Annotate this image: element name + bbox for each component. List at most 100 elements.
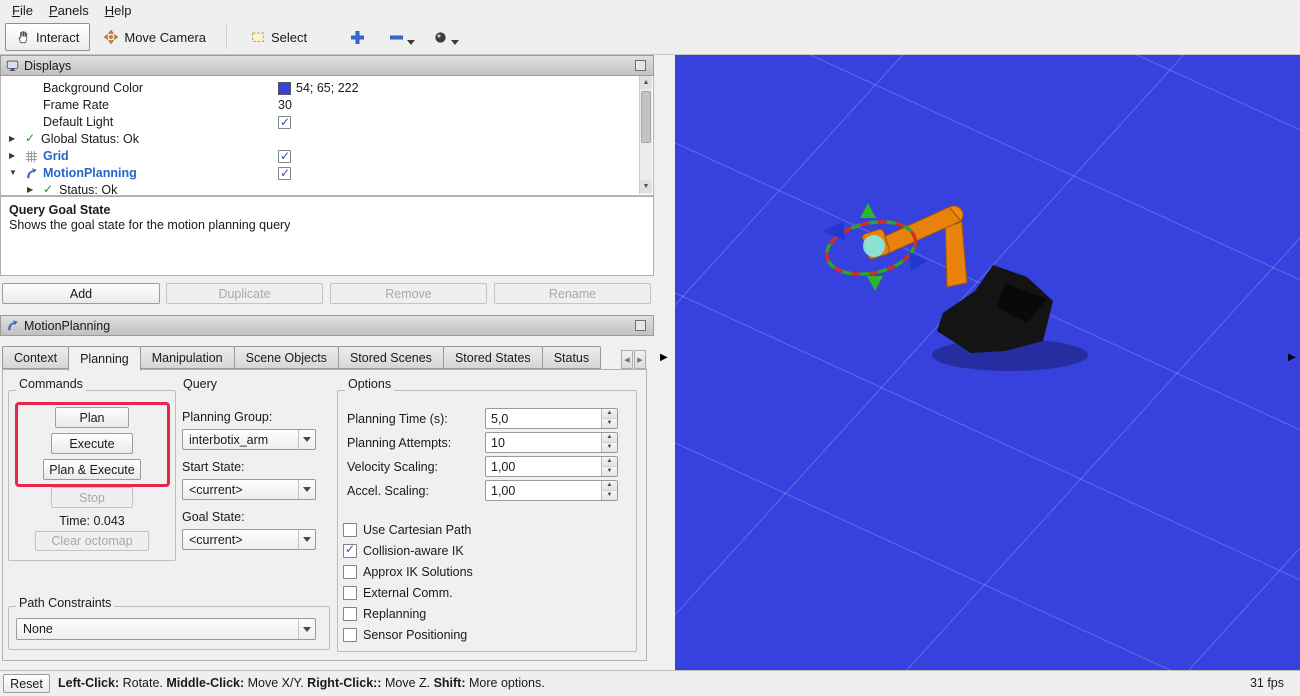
tab-scroll-right-button[interactable]: ▶ (634, 350, 646, 369)
select-tool-button[interactable]: Select (241, 23, 317, 51)
velocity-scaling-label: Velocity Scaling: (347, 460, 438, 474)
add-tool-button[interactable] (345, 23, 370, 51)
tab-scene-objects[interactable]: Scene Objects (234, 346, 339, 369)
spin-down-icon[interactable]: ▼ (602, 491, 617, 500)
sensor-positioning-checkbox[interactable]: Sensor Positioning (343, 627, 467, 642)
tree-row-mp-status[interactable]: ▶ ✓ Status: Ok (1, 182, 653, 196)
planning-time-label: Planning Time (s): (347, 412, 448, 426)
path-constraints-title: Path Constraints (16, 596, 114, 610)
status-ok-icon: ✓ (43, 182, 53, 196)
splitter-arrow-left[interactable]: ▶ (660, 352, 668, 363)
statusbar-help: Left-Click: Rotate. Middle-Click: Move X… (58, 676, 545, 690)
motionplanning-icon (25, 167, 38, 180)
tab-status[interactable]: Status (542, 346, 601, 369)
select-icon (251, 30, 265, 44)
scroll-down-icon[interactable]: ▼ (640, 180, 652, 193)
expander-icon[interactable]: ▶ (9, 134, 15, 143)
marker-arrow-down[interactable] (867, 276, 883, 291)
approx-ik-solutions-checkbox[interactable]: Approx IK Solutions (343, 564, 473, 579)
tab-planning[interactable]: Planning (68, 346, 141, 371)
add-tool-icon (350, 30, 365, 45)
spin-up-icon[interactable]: ▲ (602, 409, 617, 419)
velocity-scaling-spinbox[interactable]: 1,00 ▲▼ (485, 456, 618, 477)
start-state-combo[interactable]: <current> (182, 479, 316, 500)
remove-display-button[interactable]: Remove (330, 283, 487, 304)
spin-up-icon[interactable]: ▲ (602, 481, 617, 491)
expander-icon[interactable]: ▶ (27, 185, 33, 194)
accel-scaling-label: Accel. Scaling: (347, 484, 429, 498)
tab-scroll-left-button[interactable]: ◀ (621, 350, 633, 369)
planning-attempts-spinbox[interactable]: 10 ▲▼ (485, 432, 618, 453)
spin-down-icon[interactable]: ▼ (602, 467, 617, 476)
reset-button[interactable]: Reset (3, 674, 50, 693)
planning-time-spinbox[interactable]: 5,0 ▲▼ (485, 408, 618, 429)
remove-tool-icon (389, 30, 404, 45)
chevron-down-icon (303, 487, 311, 492)
interact-tool-label: Interact (36, 30, 79, 45)
displays-icon (6, 59, 19, 72)
collapse-icon[interactable]: ▼ (9, 168, 17, 177)
detach-panel-button[interactable] (635, 60, 646, 71)
interact-tool-button[interactable]: Interact (5, 23, 90, 51)
remove-tool-button[interactable] (384, 23, 420, 51)
3d-viewport[interactable] (675, 55, 1300, 670)
menu-bar: File Panels Help (0, 0, 1300, 20)
default-light-checkbox[interactable] (278, 116, 291, 129)
color-swatch[interactable] (278, 82, 291, 95)
spin-down-icon[interactable]: ▼ (602, 419, 617, 428)
motionplanning-panel-titlebar[interactable]: MotionPlanning (0, 315, 654, 336)
spin-down-icon[interactable]: ▼ (602, 443, 617, 452)
tab-stored-states[interactable]: Stored States (443, 346, 543, 369)
motionplanning-panel-icon (6, 319, 19, 332)
goal-state-combo[interactable]: <current> (182, 529, 316, 550)
tree-row-default-light[interactable]: Default Light (1, 114, 653, 131)
menu-item-help[interactable]: Help (97, 2, 140, 19)
duplicate-display-button[interactable]: Duplicate (166, 283, 323, 304)
spin-up-icon[interactable]: ▲ (602, 457, 617, 467)
replanning-checkbox[interactable]: Replanning (343, 606, 426, 621)
tab-context[interactable]: Context (2, 346, 69, 369)
scroll-up-icon[interactable]: ▲ (640, 76, 652, 89)
tab-stored-scenes[interactable]: Stored Scenes (338, 346, 444, 369)
move-camera-tool-button[interactable]: Move Camera (94, 23, 216, 51)
tree-row-grid[interactable]: ▶ Grid (1, 148, 653, 165)
marker-arrow-up[interactable] (860, 203, 876, 218)
focus-camera-tool-button[interactable] (428, 23, 464, 51)
viewport-scene (675, 55, 1300, 670)
tree-row-global-status[interactable]: ▶ ✓ Global Status: Ok (1, 131, 653, 148)
collision-aware-ik-checkbox[interactable]: Collision-aware IK (343, 543, 464, 558)
external-comm-checkbox[interactable]: External Comm. (343, 585, 453, 600)
menu-item-panels[interactable]: Panels (41, 2, 97, 19)
spin-up-icon[interactable]: ▲ (602, 433, 617, 443)
move-camera-tool-label: Move Camera (124, 30, 206, 45)
focus-camera-icon (433, 30, 448, 45)
splitter-arrow-right[interactable]: ▶ (1288, 352, 1296, 363)
stop-button[interactable]: Stop (51, 487, 133, 508)
displays-panel-titlebar[interactable]: Displays (0, 55, 654, 76)
commands-group-title: Commands (16, 377, 86, 391)
detach-panel-button[interactable] (635, 320, 646, 331)
tree-row-frame-rate[interactable]: Frame Rate 30 (1, 97, 653, 114)
menu-item-file[interactable]: File (4, 2, 41, 19)
fps-counter: 31 fps (1250, 676, 1284, 690)
interactive-marker[interactable] (822, 203, 927, 291)
add-display-button[interactable]: Add (2, 283, 160, 304)
tab-manipulation[interactable]: Manipulation (140, 346, 235, 369)
options-group-title: Options (345, 377, 394, 391)
use-cartesian-path-checkbox[interactable]: Use Cartesian Path (343, 522, 471, 537)
motionplanning-enabled-checkbox[interactable] (278, 167, 291, 180)
tree-row-motionplanning[interactable]: ▼ MotionPlanning (1, 165, 653, 182)
path-constraints-combo[interactable]: None (16, 618, 316, 640)
expander-icon[interactable]: ▶ (9, 151, 15, 160)
grid-enabled-checkbox[interactable] (278, 150, 291, 163)
marker-center-sphere[interactable] (863, 235, 885, 257)
chevron-down-icon (303, 627, 311, 632)
rename-display-button[interactable]: Rename (494, 283, 651, 304)
accel-scaling-spinbox[interactable]: 1,00 ▲▼ (485, 480, 618, 501)
scrollbar-thumb[interactable] (641, 91, 651, 143)
planning-group-combo[interactable]: interbotix_arm (182, 429, 316, 450)
tree-scrollbar[interactable]: ▲ ▼ (639, 76, 652, 194)
tree-row-background-color[interactable]: Background Color 54; 65; 222 (1, 80, 653, 97)
clear-octomap-button[interactable]: Clear octomap (35, 531, 149, 551)
robot-arm[interactable] (862, 206, 1088, 371)
